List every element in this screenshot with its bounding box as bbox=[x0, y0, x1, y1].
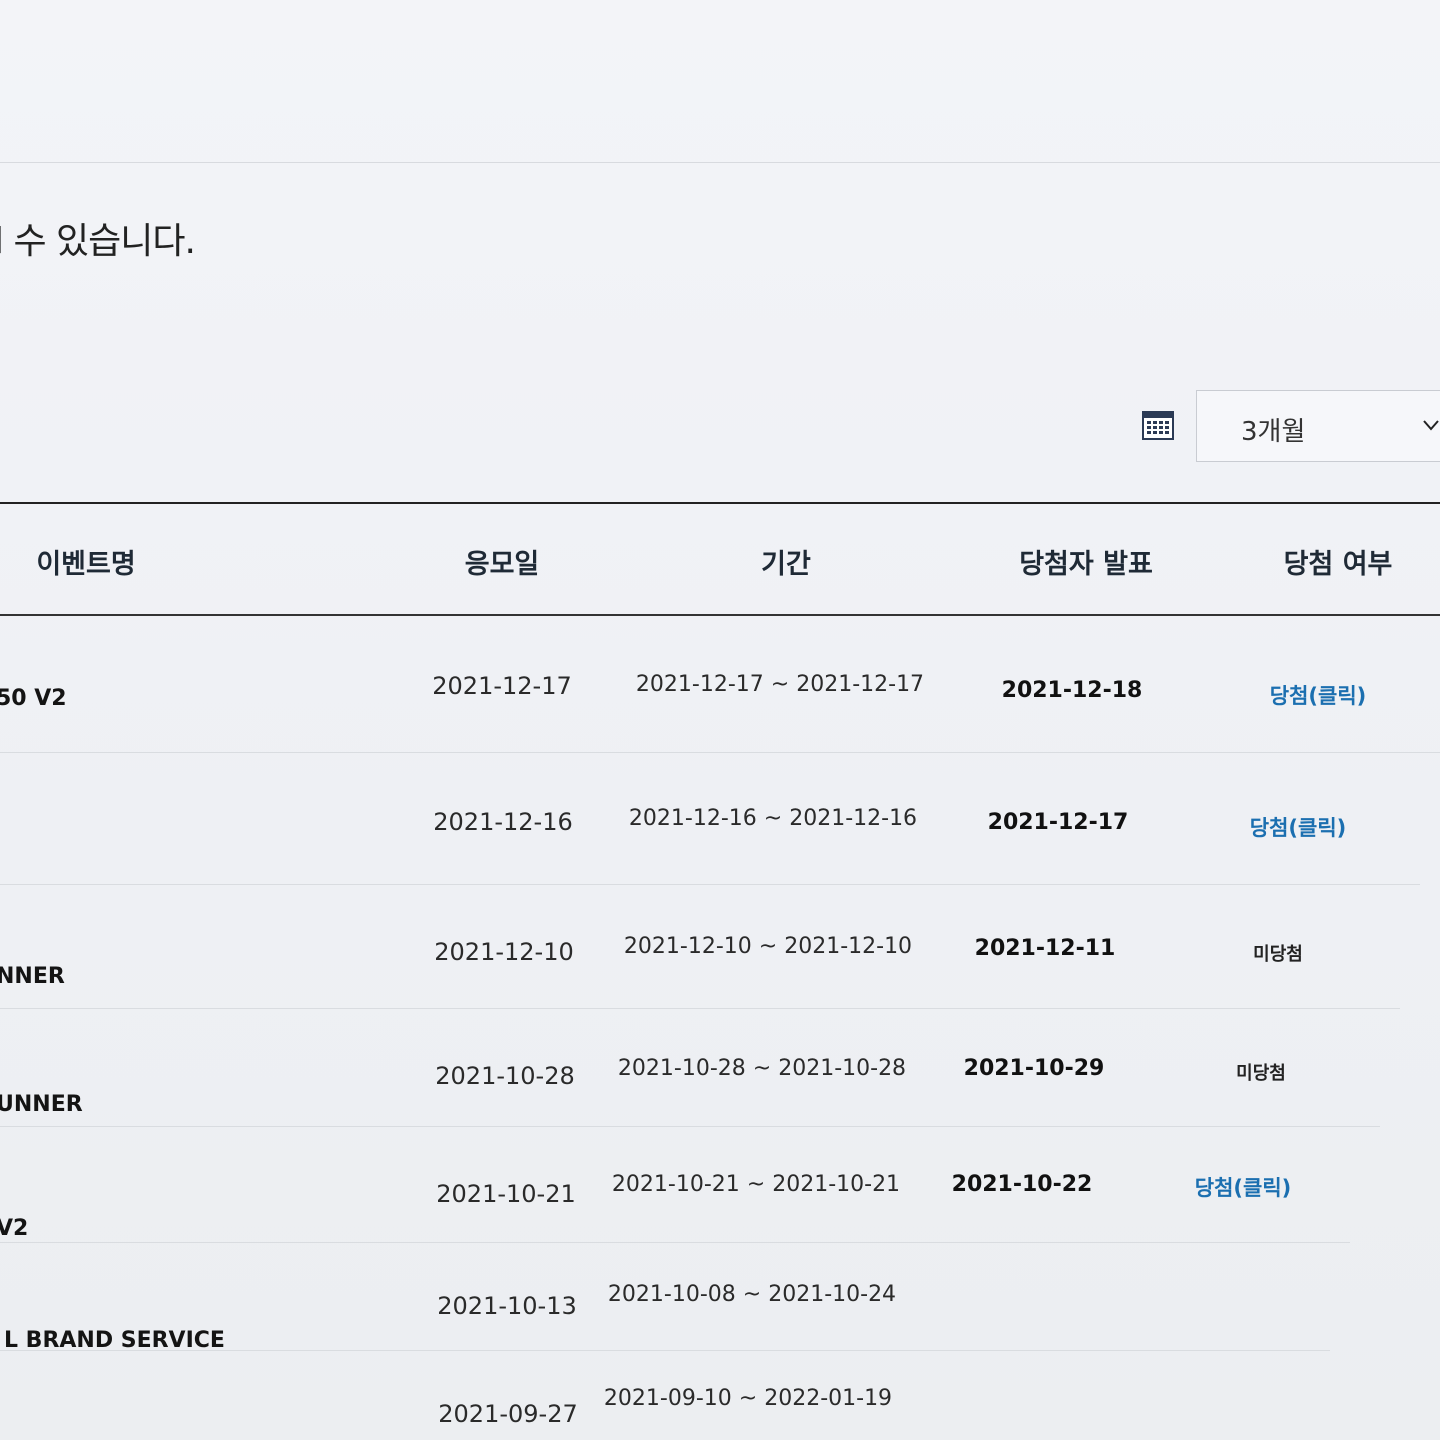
header-winner-announce: 당첨자 발표 bbox=[1019, 549, 1153, 580]
event-period: 2021-10-21 ~ 2021-10-21 bbox=[611, 1172, 901, 1197]
period-select[interactable]: 3개월 bbox=[1196, 390, 1440, 462]
chevron-down-icon bbox=[1423, 417, 1439, 433]
section-divider bbox=[0, 162, 1440, 163]
event-entry-history-page: l 수 있습니다. 3개월 이벤트명 응모일 기간 당첨자 발표 당첨 여부 5… bbox=[0, 0, 1440, 1440]
event-period: 2021-12-17 ~ 2021-12-17 bbox=[635, 672, 925, 697]
event-name[interactable]: 50 V2 bbox=[0, 686, 67, 711]
table-top-border bbox=[0, 502, 1440, 504]
calendar-icon[interactable] bbox=[1142, 410, 1174, 440]
entry-date: 2021-12-16 bbox=[433, 808, 573, 836]
entry-date: 2021-10-28 bbox=[435, 1062, 575, 1090]
event-name[interactable]: NNER bbox=[0, 964, 65, 989]
event-period: 2021-12-10 ~ 2021-12-10 bbox=[623, 934, 913, 959]
header-win-status: 당첨 여부 bbox=[1283, 549, 1393, 580]
row-divider bbox=[0, 1008, 1400, 1009]
win-result-text: 미당첨 bbox=[1236, 1063, 1286, 1084]
entry-date: 2021-12-17 bbox=[432, 672, 572, 700]
header-entry-date: 응모일 bbox=[464, 549, 540, 580]
entry-date: 2021-12-10 bbox=[434, 938, 574, 966]
event-period: 2021-10-08 ~ 2021-10-24 bbox=[607, 1282, 897, 1307]
event-period: 2021-12-16 ~ 2021-12-16 bbox=[628, 806, 918, 831]
row-divider bbox=[0, 884, 1420, 885]
row-divider bbox=[0, 1126, 1380, 1127]
table-header-border bbox=[0, 614, 1440, 616]
header-period: 기간 bbox=[761, 549, 811, 580]
notice-text: l 수 있습니다. bbox=[0, 221, 196, 262]
entry-date: 2021-10-13 bbox=[437, 1292, 577, 1320]
winner-announce-date: 2021-12-17 bbox=[987, 810, 1129, 835]
event-period: 2021-10-28 ~ 2021-10-28 bbox=[617, 1056, 907, 1081]
header-event-name: 이벤트명 bbox=[36, 549, 136, 580]
winner-announce-date: 2021-12-11 bbox=[974, 936, 1116, 961]
winner-announce-date: 2021-10-29 bbox=[963, 1056, 1105, 1081]
row-divider bbox=[0, 1242, 1350, 1243]
win-result-link[interactable]: 당첨(클릭) bbox=[1270, 680, 1366, 710]
win-result-link[interactable]: 당첨(클릭) bbox=[1195, 1172, 1291, 1202]
winner-announce-date: 2021-10-22 bbox=[951, 1172, 1093, 1197]
period-select-value: 3개월 bbox=[1241, 417, 1306, 447]
win-result-link[interactable]: 당첨(클릭) bbox=[1250, 812, 1346, 842]
win-result-text: 미당첨 bbox=[1253, 944, 1303, 965]
event-period: 2021-09-10 ~ 2022-01-19 bbox=[603, 1386, 893, 1411]
event-name[interactable]: UNNER bbox=[0, 1092, 83, 1117]
entry-date: 2021-10-21 bbox=[436, 1180, 576, 1208]
event-name[interactable]: V2 bbox=[0, 1216, 28, 1241]
row-divider bbox=[0, 752, 1440, 753]
entry-date: 2021-09-27 bbox=[438, 1400, 578, 1428]
winner-announce-date: 2021-12-18 bbox=[1001, 678, 1143, 703]
row-divider bbox=[0, 1350, 1330, 1351]
